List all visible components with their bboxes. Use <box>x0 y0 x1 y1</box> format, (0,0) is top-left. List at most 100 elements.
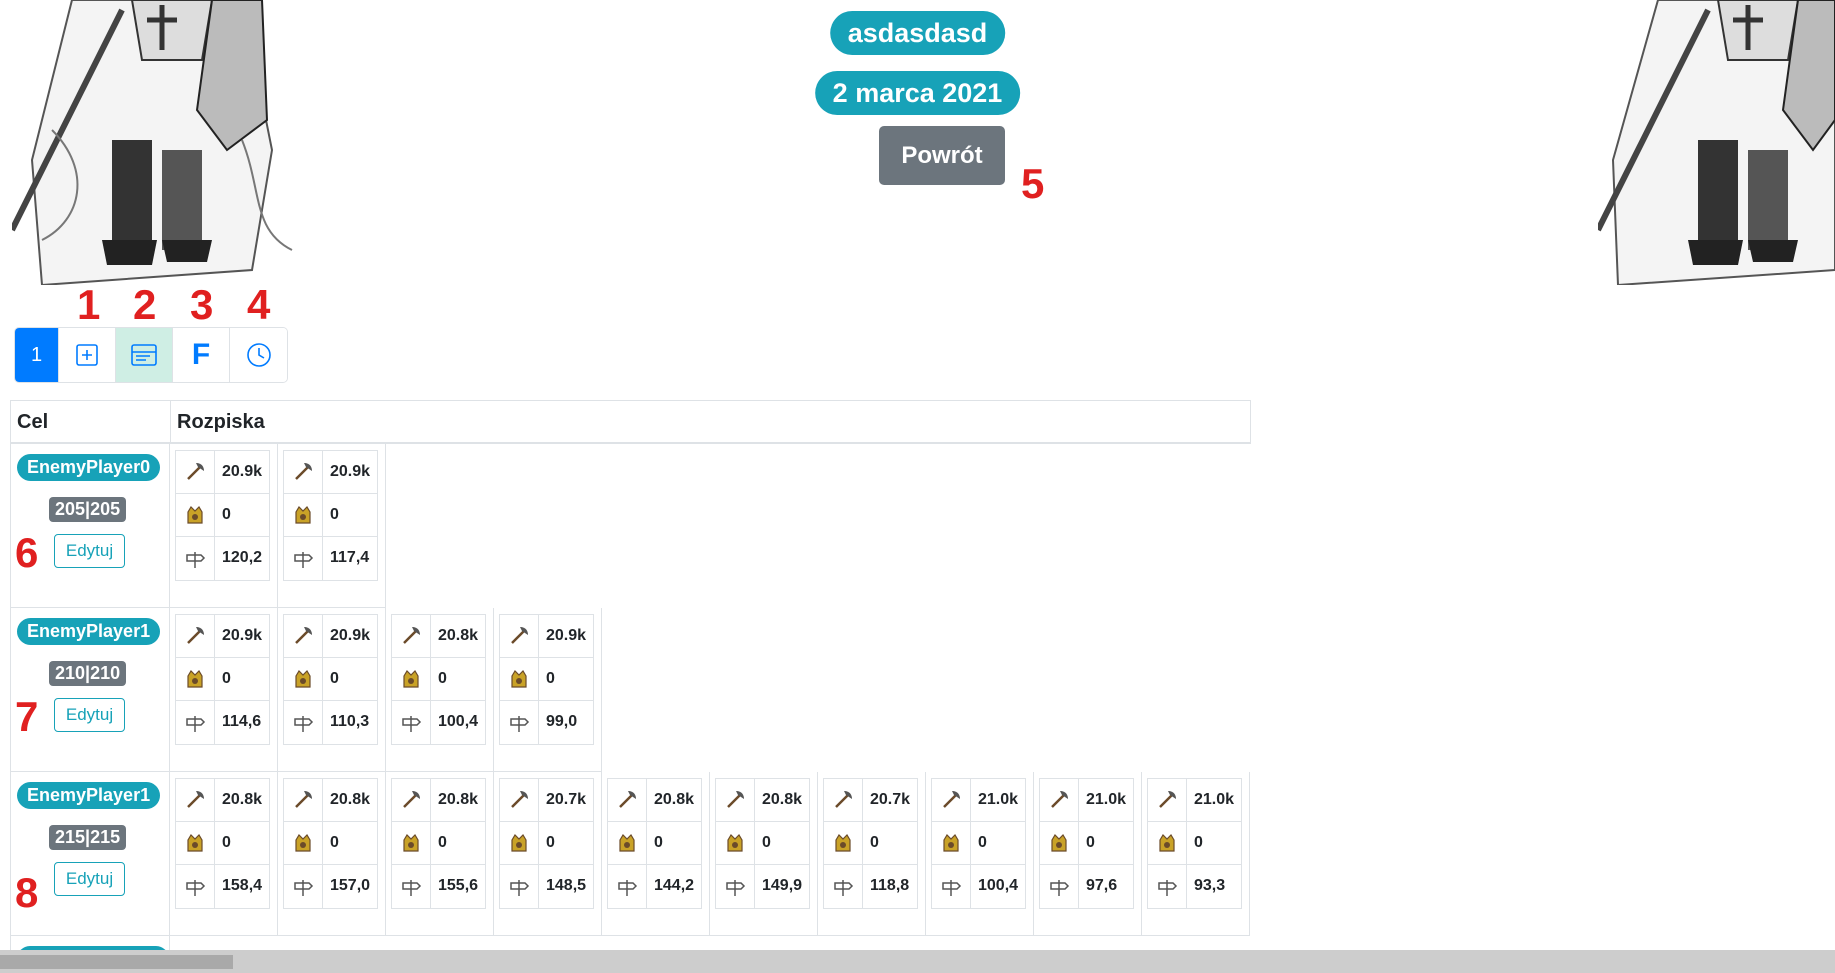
noble-count: 0 <box>978 834 987 851</box>
distance-value: 99,0 <box>546 713 578 730</box>
unit-group: 20.8k 0 100,4 <box>386 608 494 772</box>
unit-card: 20.8k 0 158,4 <box>175 778 270 909</box>
distance-row: 144,2 <box>608 865 701 908</box>
target-cell: EnemyPlayer0 205|205 Edytuj 6 <box>10 444 170 608</box>
axe-icon <box>176 615 215 657</box>
unit-group: 21.0k 0 93,3 <box>1142 772 1250 936</box>
signpost-icon <box>176 865 215 908</box>
unit-card: 21.0k 0 93,3 <box>1147 778 1242 909</box>
noble-row: 0 <box>716 822 809 865</box>
header-target: Cel <box>11 401 171 442</box>
axe-row: 20.8k <box>176 779 269 822</box>
edit-button[interactable]: Edytuj <box>54 534 125 568</box>
target-cell: EnemyPlayer1 210|210 Edytuj 7 <box>10 608 170 772</box>
list-card-icon <box>131 344 157 366</box>
signpost-icon <box>392 865 431 908</box>
distance-row: 118,8 <box>824 865 917 908</box>
axe-icon <box>1148 779 1187 821</box>
unit-card: 20.8k 0 144,2 <box>607 778 702 909</box>
unit-groups: 20.8k 0 158,4 20.8k 0 157,0 20.8k 0 155,6 20.7k 0 1… <box>170 772 1250 936</box>
axe-row: 20.8k <box>284 779 377 822</box>
unit-group: 20.8k 0 157,0 <box>278 772 386 936</box>
table-header: Cel Rozpiska <box>10 400 1251 444</box>
axe-row: 20.8k <box>608 779 701 822</box>
unit-group: 20.9k 0 117,4 <box>278 444 386 608</box>
signpost-icon <box>284 701 323 744</box>
noble-icon <box>500 658 539 700</box>
add-tab[interactable] <box>59 328 116 382</box>
noble-icon <box>932 822 971 864</box>
noble-icon <box>176 658 215 700</box>
history-tab[interactable] <box>230 328 287 382</box>
scrollbar-thumb[interactable] <box>0 955 233 969</box>
distance-row: 120,2 <box>176 537 269 580</box>
table-row: EnemyPlayer0 205|205 Edytuj 6 20.9k 0 120,2 20.… <box>10 444 1251 608</box>
horizontal-scrollbar[interactable] <box>0 950 1835 973</box>
distance-row: 158,4 <box>176 865 269 908</box>
attack-plan-table: Cel Rozpiska EnemyPlayer0 205|205 Edytuj 6 2… <box>10 400 1251 966</box>
noble-count: 0 <box>654 834 663 851</box>
table-row: EnemyPlayer1 210|210 Edytuj 7 20.9k 0 114,6 20.… <box>10 608 1251 772</box>
axe-row: 20.9k <box>284 615 377 658</box>
list-view-tab[interactable] <box>116 328 173 382</box>
noble-icon <box>392 822 431 864</box>
distance-row: 110,3 <box>284 701 377 744</box>
axe-row: 20.8k <box>716 779 809 822</box>
signpost-icon <box>1040 865 1079 908</box>
noble-row: 0 <box>500 658 593 701</box>
signpost-icon <box>284 537 323 580</box>
signpost-icon <box>824 865 863 908</box>
noble-count: 0 <box>546 670 555 687</box>
unit-card: 20.9k 0 114,6 <box>175 614 270 745</box>
signpost-icon <box>608 865 647 908</box>
noble-row: 0 <box>392 822 485 865</box>
axe-icon <box>500 615 539 657</box>
distance-value: 97,6 <box>1086 877 1118 894</box>
noble-count: 0 <box>222 670 231 687</box>
unit-card: 21.0k 0 97,6 <box>1039 778 1134 909</box>
distance-row: 157,0 <box>284 865 377 908</box>
noble-count: 0 <box>222 834 231 851</box>
noble-icon <box>392 658 431 700</box>
signpost-icon <box>932 865 971 908</box>
noble-icon <box>284 658 323 700</box>
axe-count: 20.8k <box>222 791 263 808</box>
axe-count: 21.0k <box>1086 791 1127 808</box>
axe-row: 20.9k <box>176 615 269 658</box>
axe-count: 20.7k <box>546 791 587 808</box>
noble-row: 0 <box>932 822 1025 865</box>
f-tab[interactable]: F <box>173 328 230 382</box>
noble-row: 0 <box>1040 822 1133 865</box>
noble-row: 0 <box>500 822 593 865</box>
axe-icon <box>176 779 215 821</box>
back-button[interactable]: Powrót <box>879 126 1005 185</box>
noble-count: 0 <box>870 834 879 851</box>
unit-group: 20.8k 0 144,2 <box>602 772 710 936</box>
unit-group: 20.7k 0 148,5 <box>494 772 602 936</box>
noble-count: 0 <box>1194 834 1203 851</box>
target-cell: EnemyPlayer1 215|215 Edytuj 8 <box>10 772 170 936</box>
edit-button[interactable]: Edytuj <box>54 698 125 732</box>
distance-value: 120,2 <box>222 549 263 566</box>
axe-count: 20.9k <box>222 463 263 480</box>
noble-row: 0 <box>284 658 377 701</box>
unit-card: 20.9k 0 117,4 <box>283 450 378 581</box>
page-1-tab[interactable]: 1 <box>15 328 59 382</box>
noble-icon <box>1040 822 1079 864</box>
unit-card: 20.8k 0 149,9 <box>715 778 810 909</box>
axe-icon <box>284 451 323 493</box>
annotation-6: 6 <box>15 529 39 576</box>
noble-icon <box>1148 822 1187 864</box>
signpost-icon <box>716 865 755 908</box>
annotation-8: 8 <box>15 869 39 916</box>
noble-row: 0 <box>284 494 377 537</box>
axe-icon <box>392 779 431 821</box>
edit-button[interactable]: Edytuj <box>54 862 125 896</box>
distance-row: 148,5 <box>500 865 593 908</box>
axe-row: 20.7k <box>824 779 917 822</box>
unit-card: 20.7k 0 148,5 <box>499 778 594 909</box>
unit-group: 20.9k 0 110,3 <box>278 608 386 772</box>
noble-count: 0 <box>546 834 555 851</box>
noble-row: 0 <box>392 658 485 701</box>
noble-count: 0 <box>1086 834 1095 851</box>
